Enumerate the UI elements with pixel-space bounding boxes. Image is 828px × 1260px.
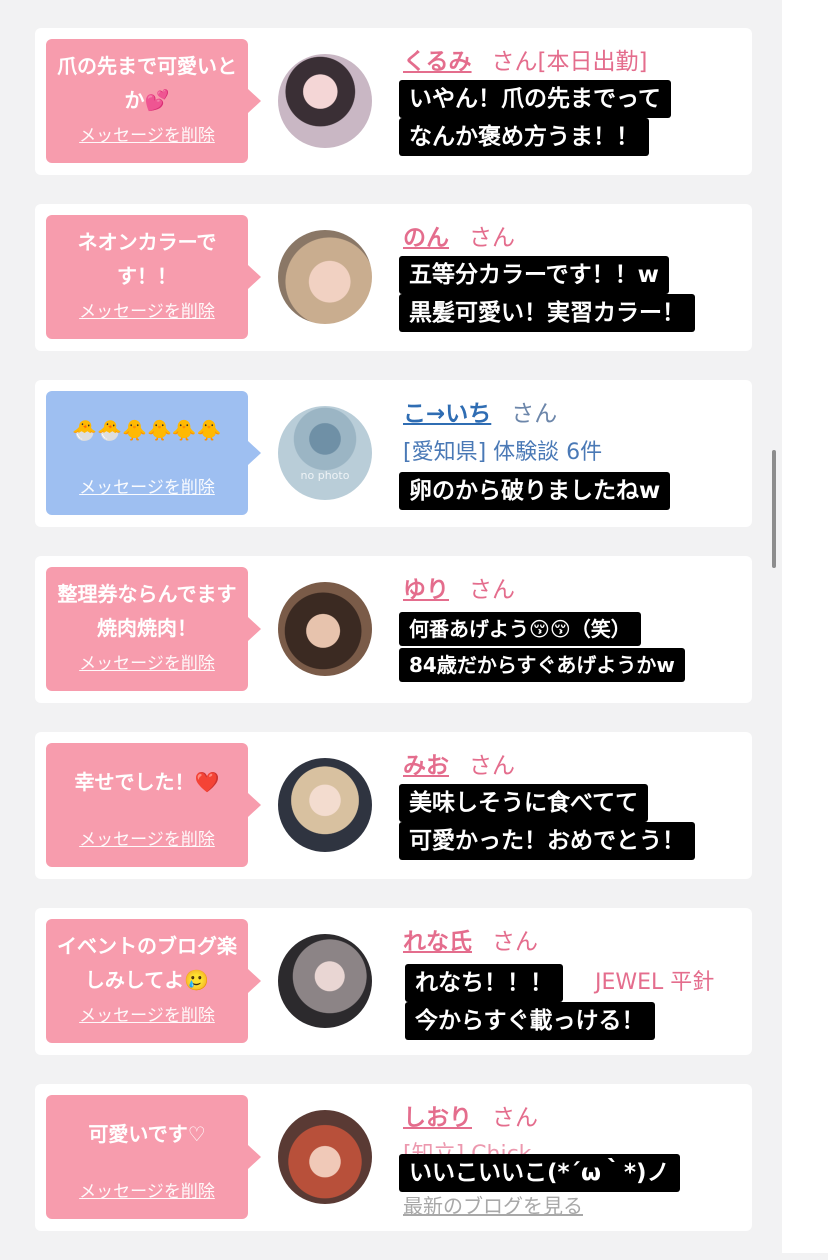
sender-line: みお さん [403, 746, 515, 780]
caption-line: いやん！爪の先までって [399, 80, 671, 118]
message-bubble: 整理券ならんでます焼肉焼肉！ メッセージを削除 [46, 567, 261, 691]
caption-line: 何番あげよう😚😚（笑） [399, 612, 641, 646]
message-card: イベントのブログ楽しみしてよ🥲 メッセージを削除 れな氏 さん JEWEL 平針 … [35, 908, 752, 1055]
caption-line: 卵のから破りましたねw [399, 472, 671, 510]
avatar[interactable] [278, 54, 372, 148]
honorific: さん [492, 929, 538, 955]
delete-message-link[interactable]: メッセージを削除 [46, 1175, 248, 1209]
caption-line: 84歳だからすぐあげようかw [399, 648, 685, 682]
delete-message-link[interactable]: メッセージを削除 [46, 647, 248, 681]
sender-line: こ→いち さん [403, 394, 557, 428]
sender-name-link[interactable]: のん [403, 225, 449, 251]
caption-line: 可愛かった！おめでとう！ [399, 822, 695, 860]
sender-line: れな氏 さん [403, 922, 538, 956]
sender-name-link[interactable]: こ→いち [403, 401, 491, 427]
caption-line: 五等分カラーです！！w [399, 256, 669, 294]
honorific: さん [511, 401, 558, 427]
honorific: さん [469, 753, 515, 779]
message-list: 爪の先まで可愛いとか💕 メッセージを削除 くるみ さん[本日出勤] いやん！爪の先… [35, 28, 752, 1260]
sender-name-link[interactable]: れな氏 [403, 929, 472, 955]
sender-line: しおり さん [403, 1098, 538, 1132]
avatar[interactable] [278, 1110, 372, 1204]
delete-message-link[interactable]: メッセージを削除 [46, 823, 248, 857]
sender-name-link[interactable]: みお [403, 753, 449, 779]
avatar[interactable] [278, 230, 372, 324]
sender-name-link[interactable]: しおり [403, 1105, 472, 1131]
sender-name-link[interactable]: くるみ [403, 49, 472, 75]
caption-line: れなち！！！ [405, 964, 563, 1002]
sender-line: ゆり さん [403, 570, 515, 604]
message-bubble: ネオンカラーです！！ メッセージを削除 [46, 215, 261, 339]
avatar[interactable] [278, 582, 372, 676]
honorific: さん [491, 49, 538, 75]
message-card: 整理券ならんでます焼肉焼肉！ メッセージを削除 ゆり さん 何番あげよう😚😚（笑）… [35, 556, 752, 703]
latest-blog-link[interactable]: 最新のブログを見る [403, 1190, 583, 1219]
message-bubble: イベントのブログ楽しみしてよ🥲 メッセージを削除 [46, 919, 261, 1043]
sender-line: くるみ さん[本日出勤] [403, 42, 648, 76]
message-text: 整理券ならんでます焼肉焼肉！ [57, 582, 237, 640]
message-card: 🐣🐣🐥🐥🐥🐥 メッセージを削除 no photo こ→いち さん [愛知県] 体験… [35, 380, 752, 527]
avatar[interactable]: no photo [278, 406, 372, 500]
caption-line: 今からすぐ載っける！ [405, 1002, 655, 1040]
honorific: さん [492, 1105, 538, 1131]
message-bubble: 可愛いです♡ メッセージを削除 [46, 1095, 261, 1219]
sender-line: のん さん [403, 218, 515, 252]
message-text: 可愛いです♡ [88, 1122, 206, 1146]
honorific: さん [469, 577, 515, 603]
message-bubble: 🐣🐣🐥🐥🐥🐥 メッセージを削除 [46, 391, 261, 515]
message-text: 🐣🐣🐥🐥🐥🐥 [72, 418, 222, 442]
message-bubble: 幸せでした！❤️ メッセージを削除 [46, 743, 261, 867]
message-card: ネオンカラーです！！ メッセージを削除 のん さん 五等分カラーです！！w 黒髪可… [35, 204, 752, 351]
avatar[interactable] [278, 934, 372, 1028]
caption-line: 黒髪可愛い！実習カラー！ [399, 294, 695, 332]
message-card: 爪の先まで可愛いとか💕 メッセージを削除 くるみ さん[本日出勤] いやん！爪の先… [35, 28, 752, 175]
status-tag: [本日出勤] [537, 49, 648, 75]
scrollbar[interactable] [772, 450, 776, 568]
sender-subinfo[interactable]: [愛知県] 体験談 6件 [403, 434, 602, 466]
message-text: イベントのブログ楽しみしてよ🥲 [57, 934, 237, 992]
caption-line: いいこいいこ(*´ω｀*)ノ [399, 1154, 680, 1192]
caption-line: なんか褒め方うま！！ [399, 118, 649, 156]
avatar[interactable] [278, 758, 372, 852]
delete-message-link[interactable]: メッセージを削除 [46, 119, 248, 153]
honorific: さん [469, 225, 515, 251]
message-bubble: 爪の先まで可愛いとか💕 メッセージを削除 [46, 39, 261, 163]
message-text: ネオンカラーです！！ [77, 230, 217, 288]
caption-line: 美味しそうに食べてて [399, 784, 649, 822]
sender-name-link[interactable]: ゆり [403, 577, 449, 603]
message-card: 可愛いです♡ メッセージを削除 しおりさん [知立] Chick 最新のブログを… [35, 1084, 752, 1231]
message-card: 幸せでした！❤️ メッセージを削除 みお さん 美味しそうに食べてて 可愛かった！… [35, 732, 752, 879]
delete-message-link[interactable]: メッセージを削除 [46, 471, 248, 505]
shop-name[interactable]: JEWEL 平針 [595, 964, 714, 996]
message-text: 爪の先まで可愛いとか💕 [57, 54, 237, 112]
right-margin [782, 0, 828, 1253]
no-photo-label: no photo [300, 469, 350, 482]
delete-message-link[interactable]: メッセージを削除 [46, 295, 248, 329]
delete-message-link[interactable]: メッセージを削除 [46, 999, 248, 1033]
message-text: 幸せでした！❤️ [74, 770, 220, 794]
